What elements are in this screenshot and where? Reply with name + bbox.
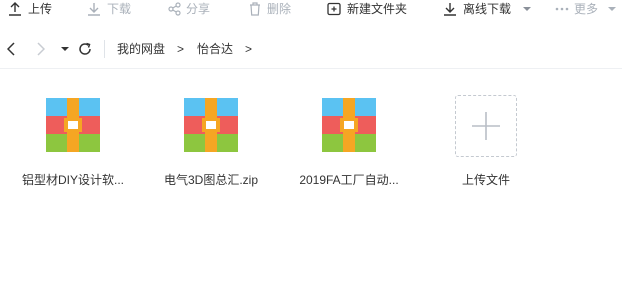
offline-download-button[interactable]: 离线下载 [443, 0, 532, 18]
offline-download-label: 离线下载 [463, 2, 512, 16]
breadcrumb-root[interactable]: 我的网盘 [117, 41, 165, 57]
back-button[interactable] [3, 38, 19, 60]
archive-icon [184, 98, 238, 152]
share-button[interactable]: 分享 [168, 0, 210, 18]
file-name: 铝型材DIY设计软... [21, 173, 124, 187]
caret-down-icon [61, 47, 69, 51]
add-folder-icon [327, 2, 341, 16]
new-folder-button[interactable]: 新建文件夹 [327, 0, 407, 18]
refresh-icon [79, 42, 91, 55]
refresh-button[interactable] [77, 38, 93, 60]
download-icon [443, 2, 457, 16]
history-dropdown[interactable] [57, 38, 73, 60]
file-item[interactable]: 铝型材DIY设计软... [8, 92, 138, 192]
archive-icon [322, 98, 376, 152]
forward-button[interactable] [33, 38, 49, 60]
file-name: 电气3D图总汇.zip [163, 173, 258, 187]
delete-button[interactable]: 删除 [249, 0, 291, 18]
delete-label: 删除 [267, 2, 292, 16]
share-icon [168, 2, 182, 16]
breadcrumb-separator: > [245, 42, 253, 56]
breadcrumb-current-folder[interactable]: 怡合达 [197, 41, 233, 57]
chevron-right-icon [37, 42, 45, 56]
file-name: 2019FA工厂自动... [299, 173, 399, 187]
trash-icon [249, 2, 261, 16]
share-label: 分享 [186, 2, 211, 16]
upload-icon [8, 2, 22, 16]
breadcrumb-separator: > [177, 42, 185, 56]
new-folder-label: 新建文件夹 [347, 2, 408, 16]
plus-icon [472, 112, 500, 140]
upload-file-tile[interactable] [455, 95, 517, 157]
caret-down-icon [608, 6, 617, 12]
more-dots-icon [555, 7, 569, 11]
file-item[interactable]: 2019FA工厂自动... [284, 92, 414, 192]
archive-icon [46, 98, 100, 152]
upload-button[interactable]: 上传 [8, 0, 52, 18]
download-icon [87, 2, 101, 16]
navigation-bar: 我的网盘 > 怡合达 > [0, 30, 622, 69]
more-button[interactable]: 更多 [555, 0, 617, 18]
chevron-left-icon [7, 42, 15, 56]
caret-down-icon [523, 6, 532, 12]
upload-label: 上传 [28, 2, 53, 16]
toolbar: 上传 下载 分享 删除 新建文件夹 离线下载 更多 [0, 0, 622, 18]
nav-divider [104, 40, 105, 58]
file-item[interactable]: 电气3D图总汇.zip [146, 92, 276, 192]
more-label: 更多 [574, 2, 599, 16]
download-label: 下载 [107, 2, 132, 16]
download-button[interactable]: 下载 [87, 0, 131, 18]
upload-file-label[interactable]: 上传文件 [436, 172, 536, 188]
